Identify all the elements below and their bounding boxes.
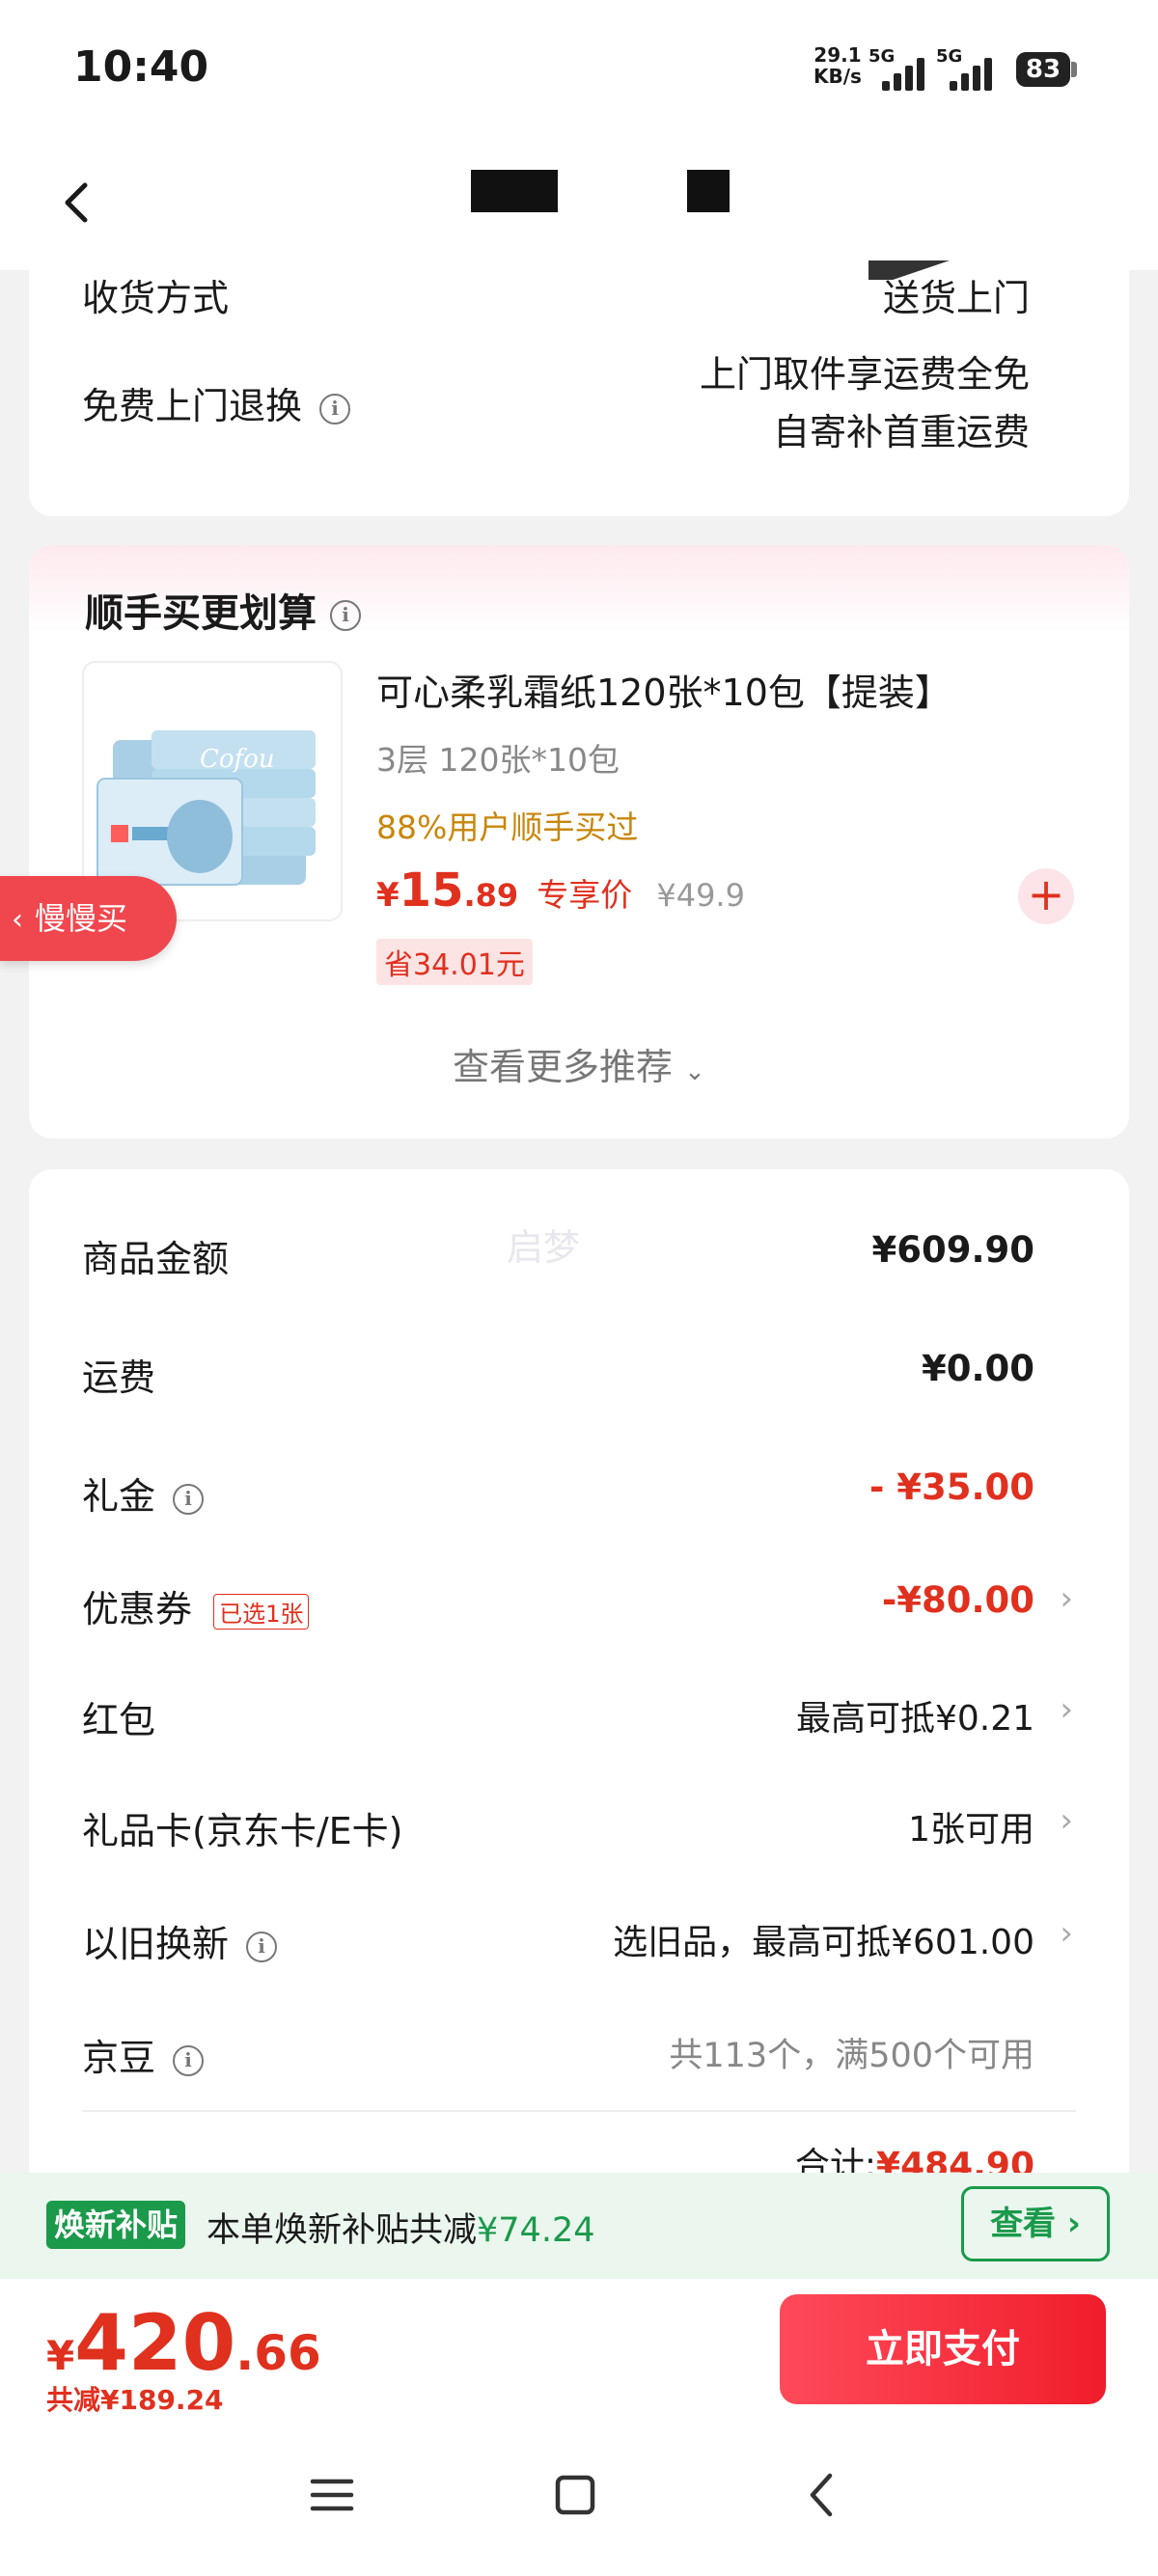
coupon-label[interactable]: 优惠券 已选1张 xyxy=(82,1579,310,1632)
jd-beans-label: 京豆 i xyxy=(82,2028,205,2081)
back-arrow-icon[interactable] xyxy=(56,174,98,232)
add-to-cart-plus-icon[interactable]: + xyxy=(1018,868,1074,924)
info-icon[interactable]: i xyxy=(330,600,361,631)
free-return-text: 免费上门退换 xyxy=(82,385,303,427)
info-icon[interactable]: i xyxy=(246,1931,278,1962)
shipping-fee-value: ¥0.00 xyxy=(921,1348,1034,1389)
signal-sim2-icon: 5G xyxy=(936,46,994,91)
recommend-title-text: 顺手买更划算 xyxy=(85,591,317,636)
back-nav-icon[interactable] xyxy=(799,2470,845,2520)
home-icon[interactable] xyxy=(552,2472,598,2518)
chevron-right-icon[interactable]: › xyxy=(1060,1690,1073,1729)
subtotal-label: 商品金额 xyxy=(82,1238,230,1280)
gift-card-value[interactable]: 1张可用 xyxy=(908,1801,1034,1851)
price-dec: .89 xyxy=(463,877,519,914)
shipping-card: 收货方式 送货上门 免费上门退换 i 上门取件享运费全免 自寄补首重运费 xyxy=(29,260,1129,516)
save-amount-badge: 省34.01元 xyxy=(376,939,533,985)
subtotal-value: ¥609.90 xyxy=(871,1229,1034,1271)
free-return-value: 上门取件享运费全免 自寄补首重运费 xyxy=(700,345,1030,461)
gift-cash-label: 礼金 i xyxy=(82,1466,205,1520)
redacted-title-block xyxy=(471,170,558,212)
signal-sim1-icon: 5G xyxy=(868,46,926,91)
red-packet-value[interactable]: 最高可抵¥0.21 xyxy=(796,1690,1034,1740)
info-icon[interactable]: i xyxy=(173,2044,205,2076)
chevron-left-icon: ‹ xyxy=(12,903,23,937)
brand-logo: Cofou xyxy=(200,745,275,774)
see-more-text: 查看更多推荐 xyxy=(453,1046,674,1088)
delivery-method-label: 收货方式 xyxy=(82,277,230,319)
product-name[interactable]: 可心柔乳霜纸120张*10包【提装】 xyxy=(376,663,951,716)
shipping-fee-label: 运费 xyxy=(82,1357,156,1399)
pay-currency: ¥ xyxy=(46,2332,75,2379)
price-currency: ¥ xyxy=(376,876,400,915)
price-int: 15 xyxy=(399,863,464,918)
chevron-right-icon[interactable]: › xyxy=(1060,1914,1073,1953)
bought-rate-text: 88%用户顺手买过 xyxy=(376,808,639,846)
coupon-selected-badge: 已选1张 xyxy=(213,1594,310,1630)
product-price: ¥15.89 专享价 ¥49.9 xyxy=(376,863,745,918)
divider xyxy=(82,2110,1076,2112)
price-tracker-label: 慢慢买 xyxy=(35,900,128,937)
menu-icon[interactable] xyxy=(309,2472,355,2518)
coupon-value[interactable]: -¥80.00 xyxy=(882,1579,1034,1621)
gift-cash-value: - ¥35.00 xyxy=(868,1466,1034,1508)
pay-total-int: 420 xyxy=(74,2298,236,2388)
jd-beans-text: 京豆 xyxy=(82,2037,156,2079)
pay-total-dec: .66 xyxy=(235,2325,321,2381)
network-speed-value: 29.1 xyxy=(813,43,862,67)
battery-tip xyxy=(1071,62,1077,77)
chevron-right-icon[interactable]: › xyxy=(1060,1579,1073,1618)
system-nav-bar xyxy=(0,2433,1158,2576)
gift-cash-text: 礼金 xyxy=(82,1475,156,1518)
subsidy-amount: ¥74.24 xyxy=(477,2211,595,2250)
order-summary-card: 启梦 商品金额 ¥609.90 运费 ¥0.00 礼金 i - ¥35.00 优惠… xyxy=(29,1169,1129,2192)
recommend-card: 顺手买更划算 i Cofou 可心柔乳霜纸120张*10包【提装】 3层 120张… xyxy=(29,545,1129,1138)
chevron-down-icon: ⌄ xyxy=(684,1057,705,1086)
jd-beans-value: 共113个，满500个可用 xyxy=(669,2037,1034,2075)
free-return-line1: 上门取件享运费全免 xyxy=(699,353,1030,396)
subsidy-text: 本单焕新补贴共减¥74.24 xyxy=(207,2203,594,2252)
subsidy-bar: 焕新补贴 本单焕新补贴共减¥74.24 查看 › xyxy=(0,2173,1158,2279)
free-return-label: 免费上门退换 i xyxy=(82,376,351,429)
free-return-line2: 自寄补首重运费 xyxy=(772,411,1030,453)
total-saved: 共减¥189.24 xyxy=(46,2384,224,2416)
gift-card-label[interactable]: 礼品卡(京东卡/E卡) xyxy=(82,1801,402,1854)
subsidy-badge: 焕新补贴 xyxy=(46,2201,186,2249)
recommend-title: 顺手买更划算 i xyxy=(85,582,361,638)
watermark: 启梦 xyxy=(507,1226,581,1269)
view-subsidy-button[interactable]: 查看 › xyxy=(961,2186,1110,2261)
coupon-text: 优惠券 xyxy=(82,1588,193,1631)
red-packet-label[interactable]: 红包 xyxy=(82,1690,155,1743)
chevron-right-icon: › xyxy=(1066,2205,1081,2243)
product-spec: 3层 120张*10包 xyxy=(376,741,620,779)
trade-in-label[interactable]: 以旧换新 i xyxy=(82,1914,278,1967)
pay-bar: ¥420.66 共减¥189.24 立即支付 xyxy=(0,2279,1158,2433)
delivery-method-value[interactable]: 送货上门 xyxy=(883,268,1030,321)
trade-in-value[interactable]: 选旧品，最高可抵¥601.00 xyxy=(613,1914,1034,1964)
info-icon[interactable]: i xyxy=(319,393,351,425)
see-more-recommendations[interactable]: 查看更多推荐 ⌄ xyxy=(29,1037,1129,1090)
info-icon[interactable]: i xyxy=(173,1483,205,1515)
network-speed: 29.1 KB/s xyxy=(813,44,862,87)
sim2-type: 5G xyxy=(936,46,963,67)
clock: 10:40 xyxy=(73,42,209,92)
price-tracker-tab[interactable]: ‹ 慢慢买 xyxy=(0,876,177,961)
view-subsidy-label: 查看 xyxy=(990,2205,1057,2243)
network-speed-unit: KB/s xyxy=(813,65,862,88)
pay-total: ¥420.66 xyxy=(46,2298,321,2388)
original-price: ¥49.9 xyxy=(656,877,745,914)
chevron-right-icon[interactable]: › xyxy=(1060,1801,1073,1840)
pay-now-button[interactable]: 立即支付 xyxy=(780,2294,1106,2404)
status-bar: 10:40 29.1 KB/s 5G 5G 83 xyxy=(0,0,1158,135)
sim1-type: 5G xyxy=(868,46,896,67)
redacted-title-block xyxy=(687,170,730,212)
battery-icon: 83 xyxy=(1016,52,1070,87)
exclusive-price-tag: 专享价 xyxy=(537,876,633,914)
subsidy-desc: 本单焕新补贴共减 xyxy=(207,2211,478,2250)
trade-in-text: 以旧换新 xyxy=(82,1923,230,1965)
page-header xyxy=(0,135,1158,270)
